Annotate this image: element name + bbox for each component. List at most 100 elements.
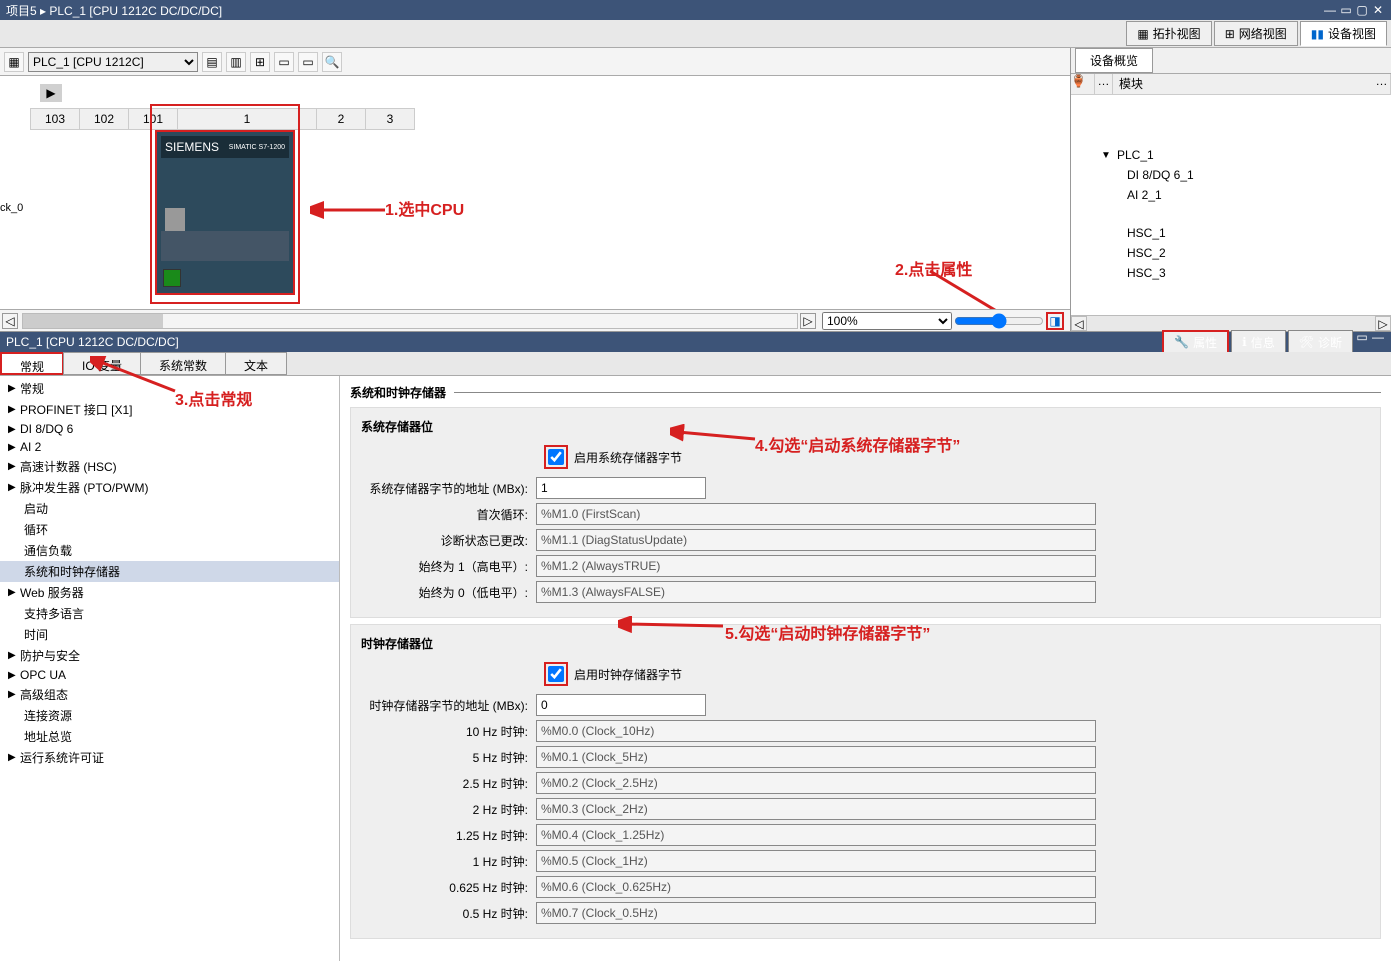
nav-tree[interactable]: ▶常规▶PROFINET 接口 [X1]▶DI 8/DQ 6▶AI 2▶高速计数… <box>0 376 340 961</box>
tab-diagnostics[interactable]: 🛠诊断 <box>1288 330 1353 355</box>
restore-icon[interactable]: ▭ <box>1339 3 1353 17</box>
nav-item-0[interactable]: ▶常规 <box>0 378 339 399</box>
slot-2[interactable]: 2 <box>316 108 366 130</box>
clkmem-section: 时钟存储器位 启用时钟存储器字节 时钟存储器字节的地址 (MBx): 10 Hz… <box>350 624 1381 939</box>
tab-general[interactable]: 常规 <box>0 352 64 375</box>
slot-102[interactable]: 102 <box>79 108 129 130</box>
zoom-icon[interactable]: 🔍 <box>322 52 342 72</box>
maximize-icon[interactable]: ▢ <box>1355 3 1369 17</box>
tree-row-hsc2[interactable]: HSC_2 <box>1071 243 1391 263</box>
ov-scroll-left[interactable]: ◁ <box>1071 316 1087 331</box>
nav-item-1[interactable]: ▶PROFINET 接口 [X1] <box>0 399 339 420</box>
tab-overview[interactable]: 设备概览 <box>1075 48 1153 73</box>
rack-label: ck_0 <box>0 202 23 214</box>
slot-103[interactable]: 103 <box>30 108 80 130</box>
tab-properties[interactable]: 🔧属性 <box>1162 330 1229 355</box>
tree-col-icon: 🏺 <box>1071 74 1095 94</box>
nav-item-17[interactable]: 地址总览 <box>0 726 339 747</box>
tab-network[interactable]: ⊞网络视图 <box>1214 21 1298 46</box>
breadcrumb: 项目5 ▸ PLC_1 [CPU 1212C DC/DC/DC] <box>6 2 222 19</box>
tree-row-hsc1[interactable]: HSC_1 <box>1071 223 1391 243</box>
cpu-chip <box>163 269 181 287</box>
window-controls: — ▭ ▢ ✕ <box>1323 3 1385 17</box>
slot-1[interactable]: 1 <box>177 108 317 130</box>
tool-1-icon[interactable]: ▤ <box>202 52 222 72</box>
scroll-right-icon[interactable]: ▷ <box>800 313 816 329</box>
nav-item-16[interactable]: 连接资源 <box>0 705 339 726</box>
sysmem-enable-checkbox[interactable] <box>548 449 564 465</box>
scroll-left-icon[interactable]: ◁ <box>2 313 18 329</box>
tool-2-icon[interactable]: ▥ <box>226 52 246 72</box>
note-1: 1.选中CPU <box>385 196 464 220</box>
nav-item-13[interactable]: ▶防护与安全 <box>0 645 339 666</box>
clk2hz-field <box>536 798 1096 820</box>
overview-panel: 设备概览 🏺 … 模块 … ▼PLC_1 DI 8/DQ 6_1 AI 2_1 … <box>1071 48 1391 331</box>
tool-4-icon[interactable]: ▭ <box>274 52 294 72</box>
slot-101[interactable]: 101 <box>128 108 178 130</box>
module-tree[interactable]: 🏺 … 模块 … ▼PLC_1 DI 8/DQ 6_1 AI 2_1 HSC_1… <box>1071 74 1391 315</box>
tool-5-icon[interactable]: ▭ <box>298 52 318 72</box>
zoom-select[interactable]: 100% <box>822 312 952 330</box>
clkmem-title: 时钟存储器位 <box>361 635 1370 652</box>
nav-item-4[interactable]: ▶高速计数器 (HSC) <box>0 456 339 477</box>
sysmem-enable-label: 启用系统存储器字节 <box>574 449 682 466</box>
collapse-icon[interactable]: ▭ <box>1355 330 1369 355</box>
expand-panel-icon[interactable]: ◨ <box>1046 312 1064 330</box>
tree-row-hsc3[interactable]: HSC_3 <box>1071 263 1391 283</box>
nav-item-5[interactable]: ▶脉冲发生器 (PTO/PWM) <box>0 477 339 498</box>
close-icon[interactable]: ✕ <box>1371 3 1385 17</box>
form-area: 系统和时钟存储器 系统存储器位 启用系统存储器字节 系统存储器字节的地址 (MB… <box>340 376 1391 961</box>
device-selector[interactable]: PLC_1 [CPU 1212C] <box>28 52 198 72</box>
tree-col-ext: … <box>1373 74 1391 94</box>
wrench-icon: 🔧 <box>1174 335 1189 349</box>
nav-item-8[interactable]: 通信负载 <box>0 540 339 561</box>
rack-handle[interactable]: ▶ <box>40 84 62 102</box>
minimize-icon[interactable]: — <box>1323 3 1337 17</box>
tab-text[interactable]: 文本 <box>225 352 287 375</box>
tab-topology[interactable]: ▦拓扑视图 <box>1126 21 1211 46</box>
diagstatus-field <box>536 529 1096 551</box>
device-nav-icon[interactable]: ▦ <box>4 52 24 72</box>
nav-item-12[interactable]: 时间 <box>0 624 339 645</box>
hscrollbar[interactable] <box>22 313 798 329</box>
alwaysfalse-field <box>536 581 1096 603</box>
nav-item-10[interactable]: ▶Web 服务器 <box>0 582 339 603</box>
cpu-terminal <box>161 231 289 261</box>
nav-item-3[interactable]: ▶AI 2 <box>0 438 339 456</box>
tool-3-icon[interactable]: ⊞ <box>250 52 270 72</box>
zoom-slider[interactable] <box>954 313 1044 329</box>
tree-row-ai[interactable]: AI 2_1 <box>1071 185 1391 205</box>
nav-item-15[interactable]: ▶高级组态 <box>0 684 339 705</box>
minimize-panel-icon[interactable]: — <box>1371 330 1385 355</box>
tab-iovars[interactable]: IO 变量 <box>63 352 141 375</box>
tab-info[interactable]: ℹ信息 <box>1231 330 1286 355</box>
nav-item-7[interactable]: 循环 <box>0 519 339 540</box>
view-tabs: ▦拓扑视图 ⊞网络视图 ▮▮设备视图 <box>0 20 1391 48</box>
nav-item-9[interactable]: 系统和时钟存储器 <box>0 561 339 582</box>
clkmem-enable-checkbox[interactable] <box>548 666 564 682</box>
clk25hz-field <box>536 772 1096 794</box>
sysmem-section: 系统存储器位 启用系统存储器字节 系统存储器字节的地址 (MBx): 首次循环:… <box>350 407 1381 618</box>
clkmem-enable-label: 启用时钟存储器字节 <box>574 666 682 683</box>
section-title: 系统和时钟存储器 <box>350 384 1381 401</box>
clkmem-addr-input[interactable] <box>536 694 706 716</box>
slot-3[interactable]: 3 <box>365 108 415 130</box>
sysmem-addr-input[interactable] <box>536 477 706 499</box>
clk1hz-field <box>536 850 1096 872</box>
tree-row-plc[interactable]: ▼PLC_1 <box>1071 145 1391 165</box>
nav-item-6[interactable]: 启动 <box>0 498 339 519</box>
tab-sysconst[interactable]: 系统常数 <box>140 352 226 375</box>
cpu-module[interactable]: SIEMENSSIMATIC S7-1200 <box>155 130 295 295</box>
rack-canvas[interactable]: ▶ 103 102 101 1 2 3 ck_0 SIEMENSSIMATIC … <box>0 76 1070 309</box>
tab-device[interactable]: ▮▮设备视图 <box>1300 21 1387 46</box>
nav-item-18[interactable]: ▶运行系统许可证 <box>0 747 339 768</box>
rack-slots: 103 102 101 1 2 3 <box>30 108 414 130</box>
nav-item-11[interactable]: 支持多语言 <box>0 603 339 624</box>
nav-item-2[interactable]: ▶DI 8/DQ 6 <box>0 420 339 438</box>
network-icon: ⊞ <box>1225 27 1235 41</box>
tree-row-di[interactable]: DI 8/DQ 6_1 <box>1071 165 1391 185</box>
firstscan-field <box>536 503 1096 525</box>
inspector-title: PLC_1 [CPU 1212C DC/DC/DC] 🔧属性 ℹ信息 🛠诊断 ▭… <box>0 332 1391 352</box>
clk0625hz-field <box>536 876 1096 898</box>
nav-item-14[interactable]: ▶OPC UA <box>0 666 339 684</box>
